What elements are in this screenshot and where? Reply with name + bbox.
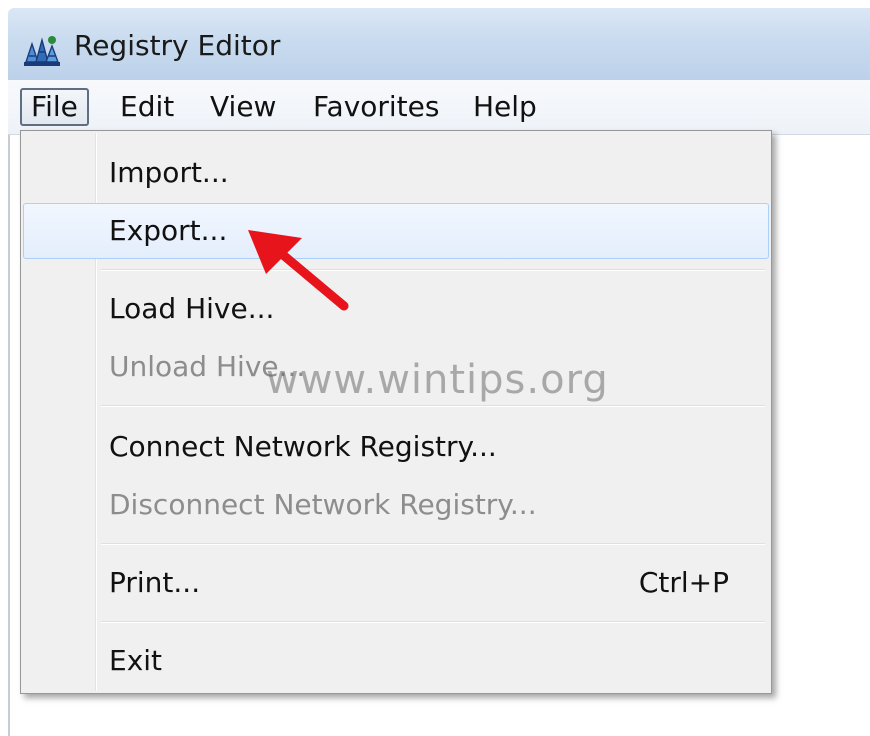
window-title: Registry Editor — [74, 29, 281, 62]
menu-item-disconnect-network-registry[interactable]: Disconnect Network Registry... — [23, 477, 769, 533]
menu-bar: File Edit View Favorites Help — [8, 80, 870, 135]
menu-item-export[interactable]: Export... — [23, 203, 769, 259]
menu-item-label: Disconnect Network Registry... — [109, 488, 537, 521]
watermark-text: www.wintips.org — [266, 357, 609, 403]
menu-item-load-hive[interactable]: Load Hive... — [23, 281, 769, 337]
menu-item-exit[interactable]: Exit — [23, 633, 769, 689]
red-arrow-icon — [248, 230, 349, 311]
file-dropdown-menu: Import... Export... Load Hive... Unload … — [20, 130, 772, 694]
menu-item-connect-network-registry[interactable]: Connect Network Registry... — [23, 419, 769, 475]
menu-item-shortcut: Ctrl+P — [638, 566, 729, 599]
registry-editor-icon — [24, 36, 60, 66]
menu-item-label: Import... — [109, 156, 229, 189]
registry-editor-window: Registry Editor File Edit View Favorites… — [8, 8, 870, 736]
menu-separator — [101, 269, 765, 271]
menu-file[interactable]: File — [20, 88, 89, 126]
menu-item-label: Exit — [109, 644, 163, 677]
title-bar[interactable]: Registry Editor — [8, 8, 870, 80]
menu-item-print[interactable]: Print... Ctrl+P — [23, 555, 769, 611]
menu-edit[interactable]: Edit — [111, 88, 183, 126]
menu-view[interactable]: View — [201, 88, 285, 126]
menu-favorites[interactable]: Favorites — [304, 88, 448, 126]
menu-item-label: Connect Network Registry... — [109, 430, 497, 463]
menu-item-label: Export... — [109, 214, 228, 247]
menu-help[interactable]: Help — [464, 88, 546, 126]
menu-separator — [101, 621, 765, 623]
client-area-edge — [8, 135, 10, 736]
menu-item-label: Print... — [109, 566, 201, 599]
menu-separator — [101, 405, 765, 407]
menu-item-import[interactable]: Import... — [23, 145, 769, 201]
menu-separator — [101, 543, 765, 545]
